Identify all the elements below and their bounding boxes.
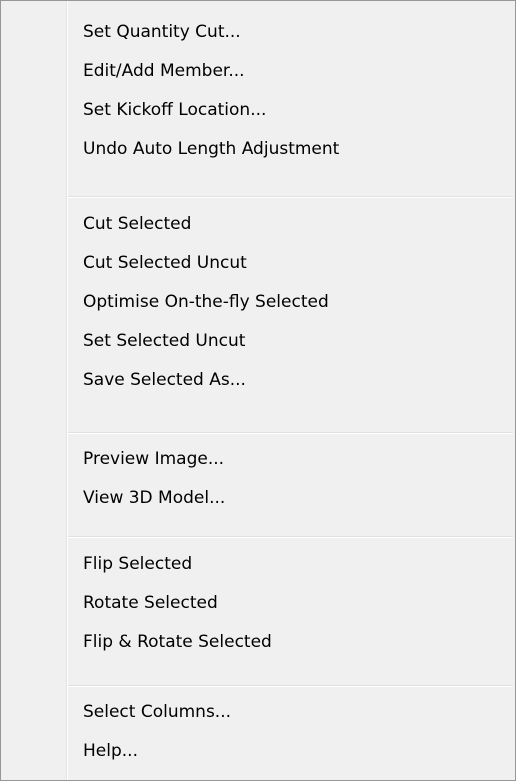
menu-item-save-selected-as[interactable]: Save Selected As... — [1, 361, 515, 400]
menu-item-cut-selected[interactable]: Cut Selected — [1, 205, 515, 244]
menu-item-help[interactable]: Help... — [1, 732, 515, 771]
menu-item-cut-selected-uncut[interactable]: Cut Selected Uncut — [1, 244, 515, 283]
menu-item-optimise-on-the-fly-selected[interactable]: Optimise On-the-fly Selected — [1, 283, 515, 322]
menu-separator — [68, 685, 513, 687]
menu-item-preview-image[interactable]: Preview Image... — [1, 440, 515, 479]
menu-separator — [68, 196, 513, 198]
context-menu: Set Quantity Cut... Edit/Add Member... S… — [0, 0, 516, 781]
menu-item-set-kickoff-location[interactable]: Set Kickoff Location... — [1, 91, 515, 130]
menu-item-undo-auto-length-adjustment[interactable]: Undo Auto Length Adjustment — [1, 130, 515, 169]
menu-item-flip-and-rotate-selected[interactable]: Flip & Rotate Selected — [1, 623, 515, 662]
menu-group-edit: Set Quantity Cut... Edit/Add Member... S… — [1, 13, 515, 169]
menu-item-flip-selected[interactable]: Flip Selected — [1, 545, 515, 584]
menu-group-transform: Flip Selected Rotate Selected Flip & Rot… — [1, 545, 515, 662]
menu-group-misc: Select Columns... Help... — [1, 693, 515, 771]
menu-separator — [68, 536, 513, 538]
menu-item-set-selected-uncut[interactable]: Set Selected Uncut — [1, 322, 515, 361]
menu-separator — [68, 432, 513, 434]
menu-group-view: Preview Image... View 3D Model... — [1, 440, 515, 518]
menu-item-rotate-selected[interactable]: Rotate Selected — [1, 584, 515, 623]
menu-item-view-3d-model[interactable]: View 3D Model... — [1, 479, 515, 518]
menu-item-select-columns[interactable]: Select Columns... — [1, 693, 515, 732]
menu-item-set-quantity-cut[interactable]: Set Quantity Cut... — [1, 13, 515, 52]
menu-group-cut: Cut Selected Cut Selected Uncut Optimise… — [1, 205, 515, 400]
menu-item-edit-add-member[interactable]: Edit/Add Member... — [1, 52, 515, 91]
